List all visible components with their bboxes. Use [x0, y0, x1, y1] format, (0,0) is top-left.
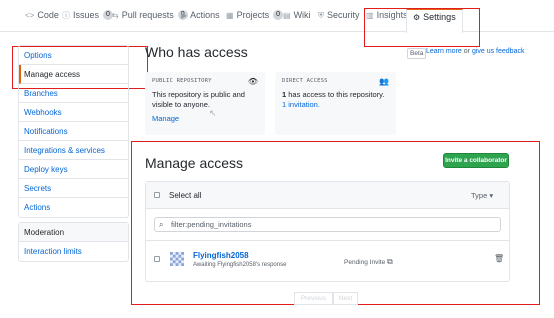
gear-icon: ⚙ — [413, 13, 421, 22]
tab-actions[interactable]: ▶ Actions — [181, 10, 220, 32]
filter-input[interactable]: ⌕ filter:pending_invitations — [154, 217, 501, 232]
mouse-cursor-icon: ↖ — [209, 108, 217, 118]
invite-collaborator-button[interactable]: Invite a collaborator — [443, 153, 509, 168]
tab-security[interactable]: ⛨ Security — [318, 10, 360, 32]
beta-badge: Beta — [407, 48, 427, 59]
sidebar-item-options[interactable]: Options — [19, 46, 128, 65]
repo-tab-bar: <> Code ⓘ Issues 0 ⇆ Pull requests 0 ▶ A… — [0, 0, 554, 33]
collaborators-header: Select all Type ▾ — [146, 182, 509, 209]
tab-projects[interactable]: ▦ Projects 0 — [226, 10, 283, 32]
public-repository-text: This repository is public and visible to… — [152, 90, 245, 109]
tab-count: 0 — [273, 10, 283, 20]
tab-code[interactable]: <> Code — [25, 10, 59, 32]
divider — [146, 240, 509, 241]
type-dropdown[interactable]: Type ▾ — [471, 191, 493, 200]
pull-request-icon: ⇆ — [112, 11, 119, 20]
who-has-access-title: Who has access — [145, 44, 248, 60]
or-text: or — [463, 48, 470, 55]
direct-access-card: DIRECT ACCESS 👥 1 has access to this rep… — [275, 72, 396, 135]
sidebar-item-webhooks[interactable]: Webhooks — [19, 103, 128, 122]
collaborators-box: Select all Type ▾ ⌕ filter:pending_invit… — [145, 181, 510, 282]
direct-access-label: DIRECT ACCESS — [282, 78, 328, 84]
code-icon: <> — [25, 11, 35, 20]
invitation-link[interactable]: 1 invitation. — [282, 100, 320, 109]
tab-wiki[interactable]: ▤ Wiki — [283, 10, 311, 32]
shield-icon: ⛨ — [318, 11, 324, 20]
sidebar-item-branches[interactable]: Branches — [19, 84, 128, 103]
project-icon: ▦ — [226, 11, 234, 20]
select-all-label: Select all — [169, 191, 202, 200]
public-repository-card: PUBLIC REPOSITORY 👁 This repository is p… — [145, 72, 265, 135]
previous-button[interactable]: Previous — [294, 292, 333, 305]
tab-label: Actions — [190, 10, 220, 20]
graph-icon: ▥ — [366, 11, 374, 20]
manage-access-title: Manage access — [145, 155, 244, 171]
people-icon: 👥 — [379, 77, 389, 86]
filter-value: filter:pending_invitations — [171, 220, 252, 229]
tab-label: Code — [37, 10, 59, 20]
tab-label: Security — [327, 10, 360, 20]
collaborator-status-text: Awaiting Flyingfish2058's response — [193, 262, 287, 268]
issue-icon: ⓘ — [62, 11, 70, 20]
select-all-checkbox[interactable] — [154, 192, 160, 198]
tab-label: Issues — [73, 10, 100, 20]
sidebar-item-manage-access[interactable]: Manage access — [19, 65, 128, 84]
tab-insights[interactable]: ▥ Insights — [366, 10, 408, 32]
play-icon: ▶ — [181, 11, 188, 20]
pending-invite-label: Pending Invite — [344, 259, 386, 266]
sidebar-item-notifications[interactable]: Notifications — [19, 122, 128, 141]
pending-invite-status: Pending Invite ⧉ — [344, 257, 393, 267]
manage-link[interactable]: Manage — [152, 114, 258, 124]
eye-icon: 👁 — [247, 77, 258, 86]
collaborator-username[interactable]: Flyingfish2058 — [193, 251, 249, 260]
moderation-sidebar: Moderation Interaction limits — [18, 222, 129, 262]
learn-more-link[interactable]: Learn more — [426, 48, 462, 55]
direct-count: 1 — [282, 90, 287, 99]
public-repository-label: PUBLIC REPOSITORY — [152, 78, 212, 84]
book-icon: ▤ — [283, 11, 291, 20]
moderation-header: Moderation — [19, 223, 128, 242]
sidebar-item-deploy-keys[interactable]: Deploy keys — [19, 160, 128, 179]
search-icon: ⌕ — [159, 220, 164, 229]
tab-issues[interactable]: ⓘ Issues 0 — [62, 10, 113, 32]
tab-settings[interactable]: ⚙ Settings — [406, 8, 463, 33]
tab-label: Projects — [236, 10, 270, 20]
direct-access-desc: has access to this repository. — [288, 90, 385, 99]
next-button[interactable]: Next — [333, 292, 358, 305]
sidebar-item-integrations[interactable]: Integrations & services — [19, 141, 128, 160]
sidebar-item-interaction-limits[interactable]: Interaction limits — [19, 242, 128, 261]
row-checkbox[interactable] — [154, 256, 160, 262]
sidebar-item-secrets[interactable]: Secrets — [19, 179, 128, 198]
tab-label: Settings — [423, 12, 456, 22]
direct-access-text: 1 has access to this repository. 1 invit… — [282, 90, 389, 110]
tab-pull-requests[interactable]: ⇆ Pull requests 0 — [112, 10, 188, 32]
tab-label: Wiki — [293, 10, 311, 20]
tab-label: Pull requests — [121, 10, 174, 20]
sidebar-item-actions[interactable]: Actions — [19, 198, 128, 217]
copy-link-icon[interactable]: ⧉ — [387, 257, 393, 266]
feedback-link[interactable]: give us feedback — [472, 48, 525, 55]
trash-icon[interactable]: 🗑 — [494, 254, 504, 263]
tab-label: Insights — [376, 10, 408, 20]
learn-more-line: Learn more or give us feedback — [426, 48, 524, 55]
settings-sidebar: Options Manage access Branches Webhooks … — [18, 45, 129, 218]
avatar — [170, 252, 184, 266]
